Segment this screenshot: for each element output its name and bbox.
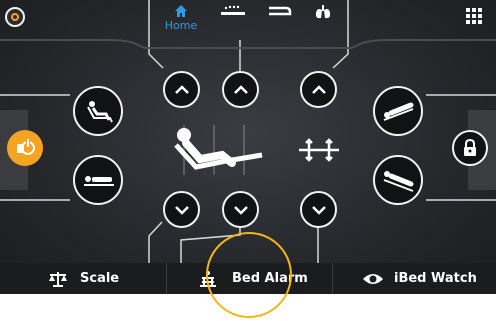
chair-position-button[interactable] xyxy=(73,86,123,136)
bed-frame-icon xyxy=(269,6,292,16)
ibed-watch-button[interactable]: iBed Watch xyxy=(362,263,477,294)
knee-up-button[interactable] xyxy=(222,71,259,108)
app-logo-icon[interactable] xyxy=(5,7,25,27)
bed-height-down-button[interactable] xyxy=(300,191,337,228)
chevron-down-icon xyxy=(311,205,326,215)
divider xyxy=(166,263,167,294)
knee-down-button[interactable] xyxy=(222,191,259,228)
highlight-circle xyxy=(206,232,292,318)
scale-button[interactable]: Scale xyxy=(48,263,119,294)
scale-icon xyxy=(49,271,67,287)
bed-positions-icon xyxy=(221,5,245,15)
tab-home-label: Home xyxy=(164,19,198,32)
head-down-button[interactable] xyxy=(163,191,200,228)
chevron-up-icon xyxy=(311,84,326,94)
lock-button[interactable] xyxy=(452,130,488,166)
bed-height-up-button[interactable] xyxy=(300,71,337,108)
ibed-watch-label: iBed Watch xyxy=(394,271,477,286)
height-adjust-icon xyxy=(299,138,339,162)
top-tab-bar: Home xyxy=(145,0,351,44)
trendelenburg-icon xyxy=(383,102,414,121)
trendelenburg-button[interactable] xyxy=(373,86,423,136)
head-up-button[interactable] xyxy=(163,71,200,108)
lungs-icon xyxy=(315,5,331,19)
home-icon xyxy=(175,5,187,17)
chevron-down-icon xyxy=(174,205,189,215)
exit-alert-icon xyxy=(17,139,35,155)
eye-icon xyxy=(363,273,383,284)
chair-position-icon xyxy=(87,101,113,123)
tab-bed-frame[interactable] xyxy=(261,4,297,42)
exit-alert-button[interactable] xyxy=(7,130,43,166)
reverse-trendelenburg-icon xyxy=(383,171,414,192)
scale-label: Scale xyxy=(80,271,120,286)
grid-menu-icon[interactable] xyxy=(466,8,486,28)
tab-home[interactable]: Home xyxy=(163,4,199,42)
bed-articulation-icon xyxy=(174,128,263,170)
chevron-down-icon xyxy=(233,205,248,215)
reverse-trendelenburg-button[interactable] xyxy=(373,155,423,205)
tab-bed-positions[interactable] xyxy=(215,4,251,42)
divider xyxy=(332,263,333,294)
flat-position-icon xyxy=(84,176,114,186)
chevron-up-icon xyxy=(233,84,248,94)
lock-icon xyxy=(464,139,476,156)
tab-lungs[interactable] xyxy=(305,4,341,42)
chevron-up-icon xyxy=(174,84,189,94)
flat-position-button[interactable] xyxy=(73,155,123,205)
